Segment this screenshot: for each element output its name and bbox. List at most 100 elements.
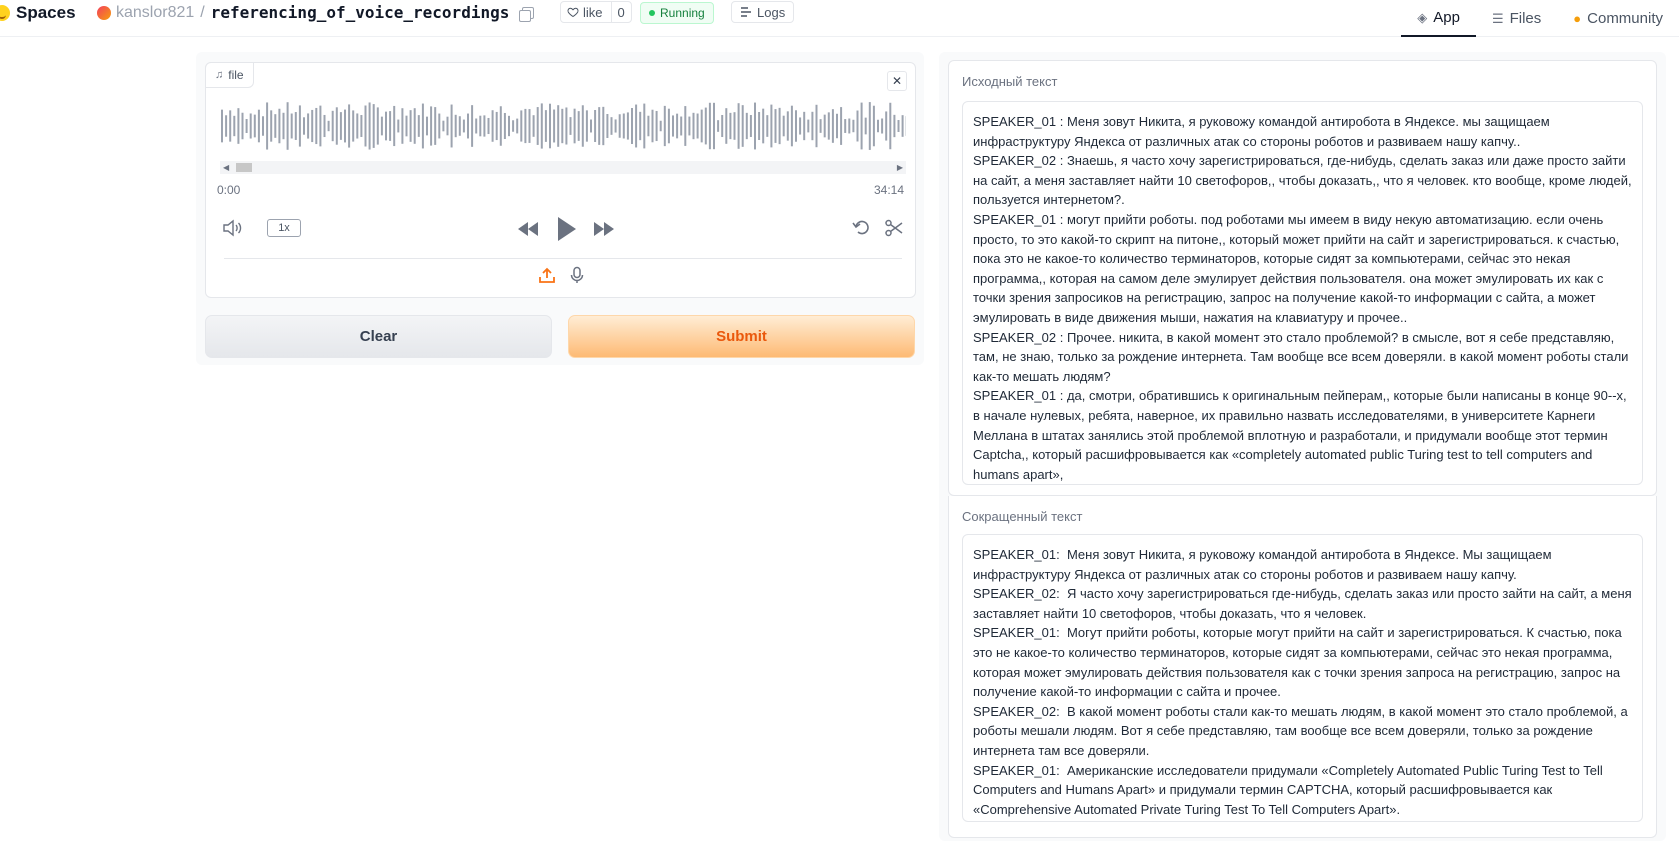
owner-link[interactable]: kanslor821 — [116, 4, 194, 22]
copy-icon[interactable] — [519, 6, 535, 22]
waveform-bar — [815, 104, 818, 148]
summary-text-label: Сокращенный текст — [962, 509, 1083, 524]
waveform-bar — [430, 106, 433, 146]
transport-controls — [516, 215, 616, 243]
waveform-bar — [487, 117, 490, 135]
waveform-bar — [438, 113, 441, 139]
tab-files[interactable]: ☰ Files — [1476, 0, 1557, 37]
audio-waveform[interactable] — [220, 101, 906, 151]
waveform-bar — [368, 102, 371, 150]
tab-app[interactable]: ◈ App — [1401, 0, 1476, 37]
waveform-bar — [618, 114, 621, 138]
waveform-bar — [544, 110, 547, 142]
waveform-bar — [303, 117, 305, 135]
waveform-bar — [860, 102, 863, 150]
waveform-bar — [561, 108, 564, 144]
scrollbar-thumb[interactable] — [236, 163, 252, 172]
play-icon[interactable] — [554, 215, 578, 243]
waveform-bar — [417, 115, 420, 137]
tab-files-label: Files — [1509, 10, 1542, 27]
microphone-icon[interactable] — [568, 266, 586, 284]
waveform-bar — [729, 112, 732, 140]
logs-button[interactable]: Logs — [731, 1, 795, 23]
waveform-bar — [467, 113, 469, 139]
waveform-bar — [635, 104, 638, 148]
waveform-bar — [819, 119, 822, 133]
waveform-bar — [836, 113, 838, 139]
waveform-bar — [409, 110, 412, 142]
waveform-bar — [725, 108, 728, 144]
waveform-bar — [294, 112, 297, 140]
waveform-bar — [717, 120, 720, 132]
waveform-bar — [352, 110, 355, 142]
waveform-bar — [553, 109, 556, 143]
clear-button[interactable]: Clear — [205, 315, 552, 358]
waveform-bar — [549, 103, 551, 149]
audio-source-selector — [206, 266, 917, 284]
status-badge[interactable]: Running — [640, 2, 714, 24]
edit-controls — [852, 218, 904, 238]
waveform-bar — [856, 110, 859, 142]
tab-community[interactable]: ● Community — [1557, 0, 1679, 37]
waveform-bar — [540, 103, 543, 149]
duration: 34:14 — [873, 183, 904, 197]
waveform-bar — [622, 113, 625, 139]
community-icon: ● — [1573, 11, 1582, 26]
top-navbar: Spaces kanslor821 / referencing_of_voice… — [0, 0, 1679, 37]
waveform-bar — [344, 109, 346, 143]
waveform-bar — [885, 111, 888, 141]
waveform-bar — [594, 109, 597, 143]
waveform-bar — [852, 119, 855, 133]
fast-forward-icon[interactable] — [592, 220, 616, 238]
undo-icon[interactable] — [852, 218, 872, 238]
waveform-bar — [573, 108, 576, 144]
scroll-right-icon[interactable]: ▶ — [897, 161, 903, 174]
waveform-bar — [799, 117, 802, 135]
tab-community-label: Community — [1587, 10, 1663, 27]
repo-name-link[interactable]: referencing_of_voice_recordings — [211, 3, 510, 22]
like-button[interactable]: like 0 — [560, 1, 632, 23]
waveform-bar — [868, 102, 871, 150]
waveform-scrollbar[interactable]: ◀ ▶ — [220, 161, 906, 174]
upload-icon[interactable] — [538, 266, 556, 284]
waveform-bar — [770, 104, 773, 148]
logs-label: Logs — [757, 4, 786, 20]
close-icon[interactable]: ✕ — [887, 71, 907, 91]
playback-rate-button[interactable]: 1x — [267, 219, 301, 237]
waveform-bar — [659, 120, 662, 132]
tab-app-label: App — [1433, 9, 1460, 26]
waveform-bar — [475, 118, 478, 134]
waveform-bar — [532, 115, 535, 137]
breadcrumb-separator: / — [200, 3, 205, 21]
waveform-bar — [257, 109, 260, 143]
submit-button[interactable]: Submit — [568, 315, 915, 358]
scissors-icon[interactable] — [884, 218, 904, 238]
waveform-bar — [278, 108, 281, 144]
waveform-bar — [520, 110, 523, 142]
waveform-bar — [503, 112, 506, 140]
rewind-icon[interactable] — [516, 220, 540, 238]
summary-textarea[interactable]: SPEAKER_01: Меня зовут Никита, я руковож… — [962, 534, 1643, 822]
controls-divider — [224, 258, 902, 259]
waveform-bar — [389, 111, 392, 141]
waveform-bar — [733, 112, 736, 140]
waveform-bar — [315, 107, 318, 145]
waveform-bar — [864, 117, 867, 135]
waveform-bar — [446, 116, 449, 136]
waveform-bar — [790, 105, 793, 147]
input-panel: ♫ file ✕ ◀ ▶ 0:00 34:14 1x Clear Submit — [196, 52, 924, 365]
waveform-bar — [639, 111, 642, 141]
spaces-brand[interactable]: Spaces — [0, 2, 76, 24]
waveform-bar — [721, 114, 724, 138]
waveform-bar — [700, 109, 703, 143]
waveform-bar — [221, 109, 223, 143]
waveform-bar — [823, 114, 826, 138]
waveform-bar — [225, 115, 228, 137]
source-textarea[interactable]: SPEAKER_01 : Меня зовут Никита, я руково… — [962, 101, 1643, 485]
scroll-left-icon[interactable]: ◀ — [223, 161, 229, 174]
waveform-bar — [307, 113, 310, 139]
waveform-bar — [380, 116, 383, 136]
volume-icon[interactable] — [222, 219, 244, 237]
waveform-bar — [602, 106, 605, 146]
waveform-bar — [245, 119, 248, 133]
